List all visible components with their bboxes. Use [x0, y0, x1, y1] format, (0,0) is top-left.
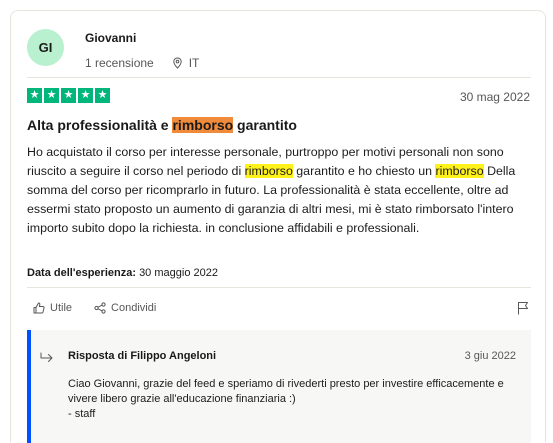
star-icon: ★	[27, 88, 42, 103]
title-text: Alta professionalità e	[27, 117, 173, 133]
reply-arrow-icon	[40, 352, 53, 362]
share-button[interactable]: Condividi	[94, 302, 156, 314]
company-reply: Risposta di Filippo Angeloni 3 giu 2022 …	[27, 330, 531, 443]
reply-date: 3 giu 2022	[464, 350, 516, 362]
highlight-term: rimborso	[244, 164, 293, 178]
experience-date: Data dell'esperienza: 30 maggio 2022	[27, 267, 218, 279]
actions-divider	[27, 287, 531, 288]
star-icon: ★	[95, 88, 110, 103]
title-text: garantito	[233, 117, 297, 133]
experience-label: Data dell'esperienza:	[27, 267, 136, 279]
star-icon: ★	[44, 88, 59, 103]
reply-line: Ciao Giovanni, grazie del feed e speriam…	[68, 378, 504, 405]
body-text: garantito e ho chiesto un	[292, 164, 436, 178]
reply-text: Ciao Giovanni, grazie del feed e speriam…	[68, 377, 518, 422]
reply-signature: - staff	[68, 408, 96, 420]
review-date: 30 mag 2022	[459, 90, 530, 104]
highlight-term: rimborso	[172, 117, 234, 133]
star-icon: ★	[61, 88, 76, 103]
header-divider	[27, 77, 531, 78]
useful-label: Utile	[50, 302, 73, 314]
reviewer-name[interactable]: Giovanni	[85, 31, 136, 45]
highlight-term: rimborso	[435, 164, 484, 178]
useful-button[interactable]: Utile	[33, 302, 72, 314]
review-actions: Utile Condividi	[33, 298, 531, 318]
reviewer-country: IT	[188, 56, 200, 70]
review-title[interactable]: Alta professionalità e rimborso garantit…	[27, 117, 297, 133]
review-body: Ho acquistato il corso per interesse per…	[27, 143, 527, 238]
experience-value: 30 maggio 2022	[139, 267, 218, 279]
share-label: Condividi	[111, 302, 157, 314]
flag-icon[interactable]	[517, 301, 529, 315]
star-rating: ★ ★ ★ ★ ★	[27, 88, 110, 103]
avatar[interactable]: GI	[27, 29, 64, 66]
thumbs-up-icon	[33, 302, 45, 314]
review-card: GI Giovanni 1 recensione IT ★ ★ ★ ★ ★ 30…	[10, 10, 546, 443]
share-icon	[94, 302, 106, 314]
star-icon: ★	[78, 88, 93, 103]
reviewer-meta: 1 recensione IT	[85, 56, 199, 70]
location-pin-icon	[173, 57, 182, 69]
review-count: 1 recensione	[85, 56, 154, 70]
reply-title: Risposta di Filippo Angeloni	[68, 350, 217, 362]
reviewer-header: GI Giovanni 1 recensione IT	[27, 25, 531, 77]
